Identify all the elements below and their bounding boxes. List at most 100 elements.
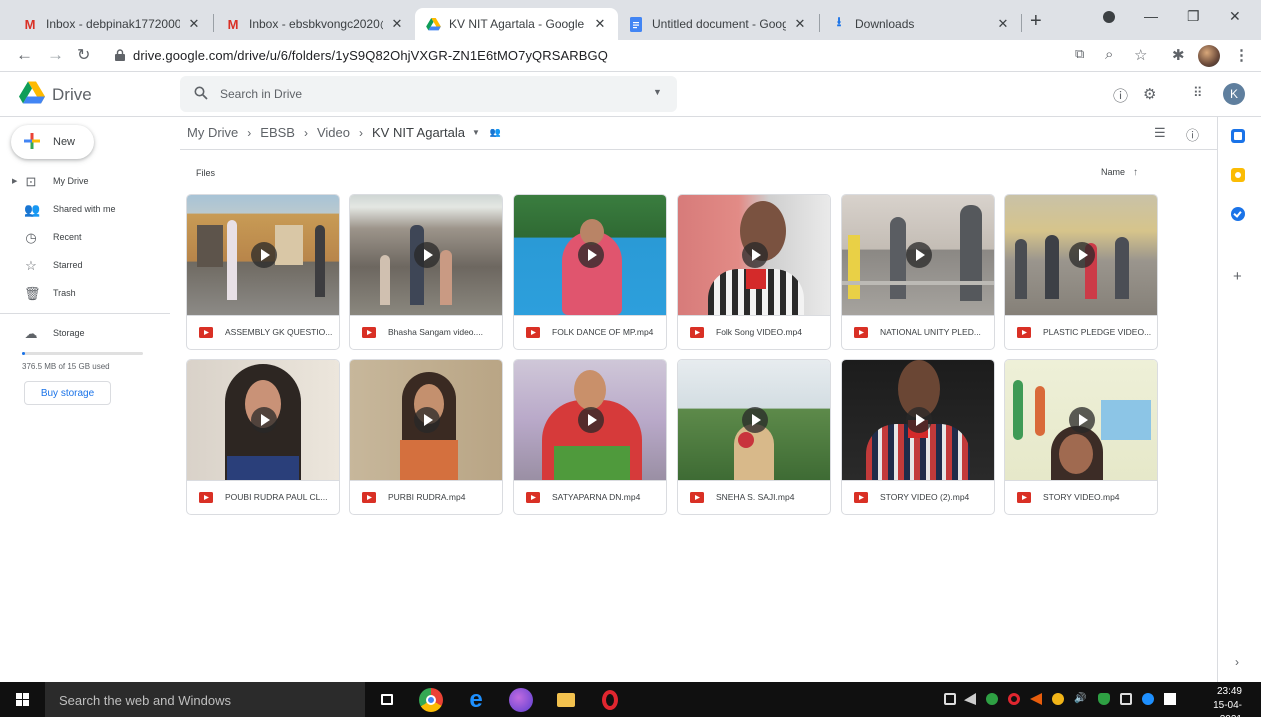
expand-arrow-icon[interactable]: ▶ (12, 177, 17, 185)
window-close-icon[interactable]: ✕ (1229, 8, 1241, 25)
buy-storage-button[interactable]: Buy storage (24, 381, 111, 405)
file-card[interactable]: SNEHA S. SAJI.mp4 (677, 359, 831, 515)
reload-icon[interactable]: ↻ (77, 45, 90, 65)
settings-gear-icon[interactable]: ⚙ (1143, 85, 1156, 103)
apps-grid-icon[interactable]: ⠿ (1193, 85, 1203, 101)
play-icon[interactable] (742, 407, 768, 433)
sidebar-item-my-drive[interactable]: ▶ ⊡ My Drive (0, 169, 170, 195)
play-icon[interactable] (1069, 407, 1095, 433)
search-options-caret-icon[interactable]: ▼ (653, 87, 662, 97)
play-icon[interactable] (414, 242, 440, 268)
lock-icon[interactable] (115, 49, 125, 61)
search-icon[interactable] (194, 86, 208, 100)
file-card[interactable]: Bhasha Sangam video.... (349, 194, 503, 350)
play-icon[interactable] (251, 407, 277, 433)
close-icon[interactable]: ✕ (389, 16, 405, 32)
edge-browser-icon[interactable]: e (464, 688, 488, 712)
breadcrumb-my-drive[interactable]: My Drive (187, 125, 238, 140)
file-card[interactable]: SATYAPARNA DN.mp4 (513, 359, 667, 515)
zoom-icon[interactable]: ⌕ (1105, 46, 1113, 63)
close-icon[interactable]: ✕ (186, 16, 202, 32)
address-bar[interactable]: drive.google.com/drive/u/6/folders/1yS9Q… (133, 48, 608, 63)
file-card[interactable]: ASSEMBLY GK QUESTIO... (186, 194, 340, 350)
play-icon[interactable] (906, 242, 932, 268)
play-icon[interactable] (1069, 242, 1095, 268)
drive-app-name[interactable]: Drive (52, 85, 92, 105)
close-icon[interactable]: ✕ (592, 16, 608, 32)
sidebar-item-storage[interactable]: ☁ Storage (0, 321, 170, 347)
chevron-right-icon[interactable]: › (1235, 655, 1239, 669)
play-icon[interactable] (906, 407, 932, 433)
play-icon[interactable] (578, 242, 604, 268)
chrome-tray-icon[interactable] (1142, 693, 1154, 705)
usb-device-icon[interactable] (944, 693, 956, 705)
browser-tab-gmail-2[interactable]: M Inbox - ebsbkvongc2020@gn ✕ (215, 8, 415, 40)
opera-icon[interactable] (598, 688, 622, 712)
folder-menu-caret-icon[interactable]: ▼ (472, 128, 480, 137)
notifications-icon[interactable] (1164, 693, 1176, 705)
app-tray-icon[interactable] (986, 693, 998, 705)
get-addons-plus-icon[interactable]: + (1233, 268, 1242, 285)
file-card[interactable]: PLASTIC PLEDGE VIDEO... (1004, 194, 1158, 350)
breadcrumb-video[interactable]: Video (317, 125, 350, 140)
close-icon[interactable]: ✕ (792, 16, 808, 32)
tasks-icon[interactable] (1231, 207, 1245, 221)
breadcrumb-ebsb[interactable]: EBSB (260, 125, 295, 140)
account-avatar[interactable]: K (1223, 83, 1245, 105)
new-tab-plus-icon[interactable]: + (1030, 10, 1042, 33)
extensions-puzzle-icon[interactable]: ✱ (1172, 46, 1185, 64)
forward-arrow-icon[interactable]: → (47, 45, 64, 65)
help-icon[interactable]: ⓘ (1113, 85, 1128, 106)
chrome-taskbar-icon[interactable] (419, 688, 443, 712)
file-card[interactable]: STORY VIDEO.mp4 (1004, 359, 1158, 515)
browser-menu-icon[interactable]: ⋮ (1234, 46, 1249, 64)
play-icon[interactable] (578, 407, 604, 433)
browser-profile-avatar[interactable] (1198, 45, 1220, 67)
play-icon[interactable] (742, 242, 768, 268)
drive-search-box[interactable]: ▼ (180, 76, 677, 112)
browser-tab-gmail-1[interactable]: M Inbox - debpinak1772000@g ✕ (12, 8, 212, 40)
shared-folder-people-icon[interactable]: 👥 (490, 127, 501, 138)
file-card[interactable]: NATIONAL UNITY PLED... (841, 194, 995, 350)
google-drive-logo-icon[interactable] (19, 81, 45, 105)
file-card[interactable]: PURBI RUDRA.mp4 (349, 359, 503, 515)
bookmark-star-icon[interactable]: ☆ (1134, 46, 1147, 64)
firefox-icon[interactable] (509, 688, 533, 712)
sidebar-item-trash[interactable]: 🗑 Trash (0, 281, 170, 307)
breadcrumb-current-folder[interactable]: KV NIT Agartala (372, 125, 465, 140)
details-info-icon[interactable]: ⓘ (1186, 125, 1199, 144)
play-icon[interactable] (251, 242, 277, 268)
sidebar-item-shared[interactable]: 👥 Shared with me (0, 197, 170, 223)
file-card[interactable]: POUBI RUDRA PAUL CL... (186, 359, 340, 515)
taskbar-search-box[interactable]: Search the web and Windows (45, 682, 365, 717)
new-button[interactable]: New (11, 125, 94, 159)
back-arrow-icon[interactable]: ← (16, 45, 33, 65)
antivirus-icon[interactable] (1052, 693, 1064, 705)
calendar-icon[interactable] (1231, 129, 1245, 143)
browser-tab-docs[interactable]: Untitled document - Google ✕ (618, 8, 818, 40)
keep-icon[interactable] (1231, 168, 1245, 182)
volume-icon[interactable]: 🔊 (1074, 693, 1086, 705)
search-input[interactable] (220, 84, 620, 104)
minimize-icon[interactable]: — (1144, 8, 1158, 24)
system-clock[interactable]: 23:49 15-04-2021 (1194, 685, 1242, 717)
task-view-icon[interactable] (375, 688, 399, 712)
media-tray-icon[interactable] (1030, 693, 1042, 705)
install-app-icon[interactable]: ⧉ (1075, 46, 1084, 62)
file-card[interactable]: Folk Song VIDEO.mp4 (677, 194, 831, 350)
restore-icon[interactable]: ❐ (1187, 8, 1200, 25)
sort-by-name[interactable]: Name ↑ (1101, 167, 1138, 178)
sort-ascending-arrow-icon[interactable]: ↑ (1133, 167, 1138, 178)
list-view-icon[interactable]: ☰ (1154, 125, 1166, 141)
windows-start-button[interactable] (0, 682, 45, 717)
opera-tray-icon[interactable] (1008, 693, 1020, 705)
file-card[interactable]: FOLK DANCE OF MP.mp4 (513, 194, 667, 350)
network-icon[interactable] (964, 693, 976, 705)
play-icon[interactable] (414, 407, 440, 433)
browser-tab-downloads[interactable]: ⭳ Downloads ✕ (821, 8, 1021, 40)
display-icon[interactable] (1120, 693, 1132, 705)
file-explorer-icon[interactable] (554, 688, 578, 712)
file-card[interactable]: STORY VIDEO (2).mp4 (841, 359, 995, 515)
browser-tab-drive[interactable]: KV NIT Agartala - Google Dri ✕ (415, 8, 618, 40)
close-icon[interactable]: ✕ (995, 16, 1011, 32)
